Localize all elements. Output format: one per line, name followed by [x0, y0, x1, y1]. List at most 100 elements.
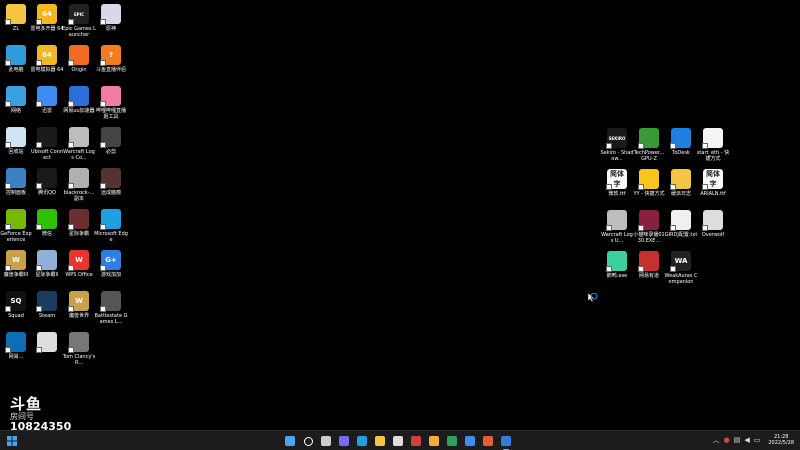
- shortcut-label: 哔哩哔哩直播姬工具: [95, 108, 126, 120]
- battery-icon[interactable]: ▭: [754, 436, 761, 444]
- shortcut-arrow-icon: [670, 184, 676, 190]
- desktop-shortcut[interactable]: Overwolf: [696, 210, 730, 238]
- desktop-shortcut[interactable]: Warcraft Logs U...: [600, 210, 634, 244]
- desktop-shortcut[interactable]: SEKIRO Sekiro - Shadow...: [600, 128, 634, 162]
- app-taskbar-1[interactable]: [409, 434, 423, 448]
- todesk-icon: [670, 128, 691, 149]
- widgets-icon[interactable]: [7, 436, 17, 446]
- chat-icon: [339, 436, 349, 446]
- start-button[interactable]: [283, 434, 297, 448]
- desktop-shortcut[interactable]: 哔哩哔哩直播姬工具: [94, 86, 128, 120]
- geforce-icon: [5, 209, 26, 230]
- desktop-shortcut[interactable]: start_eth - 快捷方式: [696, 128, 730, 162]
- desktop-shortcut[interactable]: SQ Squad: [0, 291, 33, 319]
- app-icon: [429, 436, 439, 446]
- app-icon: [483, 436, 493, 446]
- desktop-shortcut[interactable]: W 魔兽世界: [62, 291, 96, 319]
- desktop-shortcut[interactable]: 控制面板: [0, 168, 33, 196]
- desktop-shortcut[interactable]: 星际争霸II: [30, 250, 64, 278]
- app-taskbar-2[interactable]: [427, 434, 441, 448]
- task-view-button[interactable]: [319, 434, 333, 448]
- bijian-icon: [100, 127, 121, 148]
- store-icon: [393, 436, 403, 446]
- desktop-shortcut[interactable]: 简体字 ARIALN.ttf: [696, 169, 730, 197]
- youxijiajia-icon: G+: [100, 250, 121, 271]
- desktop-shortcut[interactable]: ? 斗鱼直播伴侣: [94, 45, 128, 73]
- desktop-shortcut[interactable]: Microsoft Edge: [94, 209, 128, 243]
- desktop-shortcut[interactable]: Battlestate Games L...: [94, 291, 128, 325]
- desktop-shortcut[interactable]: 64 雷电多开器 64: [30, 4, 64, 32]
- app-taskbar-5[interactable]: [499, 434, 513, 450]
- search-button[interactable]: [301, 434, 315, 448]
- desktop-shortcut[interactable]: G+ 游戏加加: [94, 250, 128, 278]
- shortcut-label: start_eth - 快捷方式: [696, 150, 730, 162]
- mic-icon[interactable]: ●: [724, 436, 730, 444]
- desktop-shortcut[interactable]: 腾讯QQ: [30, 168, 64, 196]
- desktop-shortcut[interactable]: W 魔兽争霸III: [0, 250, 33, 278]
- desktop-shortcut[interactable]: ZL: [0, 4, 33, 32]
- icon-text: SEKIRO: [608, 135, 626, 141]
- shortcut-arrow-icon: [36, 265, 42, 271]
- weakauras-icon: WA: [670, 251, 691, 272]
- desktop-shortcut[interactable]: blackrock-...副本: [62, 168, 96, 202]
- desktop-shortcut[interactable]: GeForce Experience: [0, 209, 33, 243]
- edge-taskbar[interactable]: [355, 434, 369, 448]
- desktop-shortcut[interactable]: 缓派日志: [664, 169, 698, 197]
- app-taskbar-3[interactable]: [445, 434, 459, 448]
- desktop-shortcut[interactable]: 网易有道: [632, 251, 666, 279]
- desktop-shortcut[interactable]: WA WeakAuras Companion: [664, 251, 698, 285]
- rainbow-six-icon: [68, 332, 89, 353]
- desktop-shortcut[interactable]: 远成脑瘤: [94, 168, 128, 196]
- desktop-shortcut[interactable]: [30, 332, 64, 354]
- shortcut-label: Warcraft Logs U...: [601, 232, 633, 244]
- shortcut-label: 魔兽争霸III: [3, 272, 29, 278]
- desktop-shortcut[interactable]: 网易...: [0, 332, 33, 360]
- starcraft2-icon: [36, 250, 57, 271]
- desktop-shortcut[interactable]: 网络: [0, 86, 33, 114]
- desktop-shortcut[interactable]: 星际争霸: [62, 209, 96, 237]
- desktop-shortcut[interactable]: TechPower... GPU-Z: [632, 128, 666, 162]
- shortcut-arrow-icon: [5, 19, 11, 25]
- desktop-shortcut[interactable]: W WPS Office: [62, 250, 96, 278]
- desktop-shortcut[interactable]: 微信: [30, 209, 64, 237]
- chat-button[interactable]: [337, 434, 351, 448]
- shortcut-arrow-icon: [670, 143, 676, 149]
- shortcut-arrow-icon: [100, 265, 106, 271]
- shortcut-label: 远成脑瘤: [100, 190, 121, 196]
- network-icon[interactable]: ▤: [734, 436, 741, 444]
- app-taskbar-4[interactable]: [481, 434, 495, 448]
- desktop-shortcut[interactable]: 此电脑: [0, 45, 33, 73]
- desktop-shortcut[interactable]: 必剪: [94, 127, 128, 155]
- desktop-shortcut[interactable]: 回收站: [0, 127, 33, 155]
- desktop-shortcut[interactable]: ToDesk: [664, 128, 698, 156]
- desktop-shortcut[interactable]: 原神: [94, 4, 128, 32]
- clock[interactable]: 21:28 2022/5/28: [768, 434, 794, 446]
- desktop-shortcut[interactable]: 迅雷: [30, 86, 64, 114]
- desktop-shortcut[interactable]: Origin: [62, 45, 96, 73]
- wps-icon: W: [68, 250, 89, 271]
- shortcut-label: WeakAuras Companion: [664, 273, 698, 285]
- desktop-shortcut[interactable]: 64 雷电模拟器 64: [30, 45, 64, 73]
- desktop-shortcut[interactable]: GIRDJ配置.txt: [664, 210, 698, 238]
- douyu-logo: 斗鱼: [10, 395, 43, 413]
- explorer-taskbar[interactable]: [373, 434, 387, 448]
- shortcut-arrow-icon: [638, 266, 644, 272]
- desktop-shortcut[interactable]: 小猫咪录播0130.EXE...: [632, 210, 666, 244]
- desktop-shortcut[interactable]: Steam: [30, 291, 64, 319]
- desktop-shortcut[interactable]: 网易uu加速器: [62, 86, 96, 114]
- desktop-shortcut[interactable]: Warcraft Logs Co...: [62, 127, 96, 161]
- volume-icon[interactable]: ◀: [744, 436, 749, 444]
- shortcut-arrow-icon: [36, 101, 42, 107]
- desktop-shortcut[interactable]: 鹅鸭.exe: [600, 251, 634, 279]
- qq-taskbar[interactable]: [463, 434, 477, 448]
- chevron-up-icon[interactable]: ︿: [713, 435, 720, 445]
- origin-icon: [68, 45, 89, 66]
- desktop-shortcut[interactable]: Tom Clancy's R...: [62, 332, 96, 366]
- desktop-shortcut[interactable]: YY - 快捷方式: [632, 169, 666, 197]
- desktop-shortcut[interactable]: 简体字 微软.ttf: [600, 169, 634, 197]
- desktop-shortcut[interactable]: Ubisoft Connect: [30, 127, 64, 161]
- store-taskbar[interactable]: [391, 434, 405, 448]
- recycle-bin-icon: [5, 127, 26, 148]
- shortcut-arrow-icon: [100, 183, 106, 189]
- desktop-shortcut[interactable]: EPIC Epic Games Launcher: [62, 4, 96, 38]
